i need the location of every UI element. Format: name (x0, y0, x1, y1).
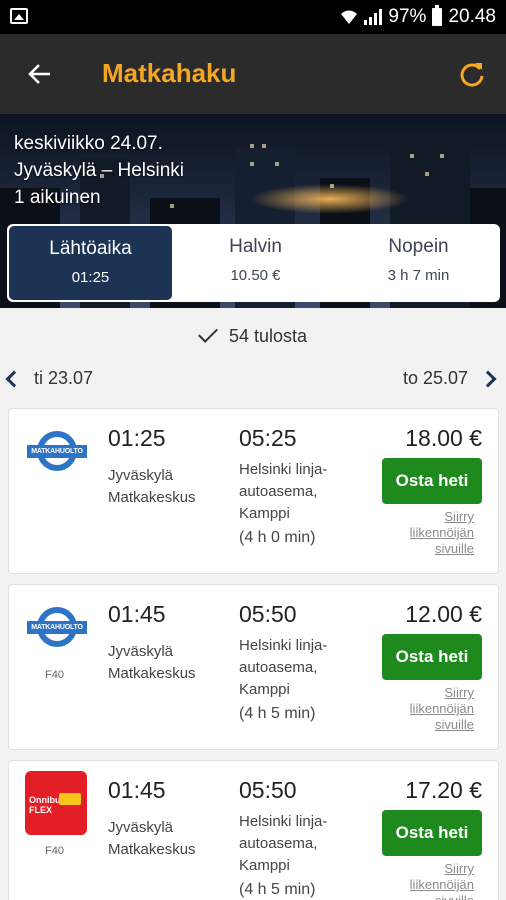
operator-site-link[interactable]: Siirry liikennöijän sivuille (394, 861, 474, 900)
trip-duration: (4 h 5 min) (239, 705, 316, 722)
clock: 20.48 (448, 6, 496, 27)
tab-fastest[interactable]: Nopein 3 h 7 min (337, 224, 500, 302)
battery-icon (432, 5, 443, 26)
chevron-left-icon (5, 370, 23, 387)
previous-day-label: ti 23.07 (34, 368, 94, 388)
departure-time: 01:45 (108, 777, 166, 803)
logo-text: MATKAHUOLTO (27, 621, 87, 634)
results-count: 54 tulosta (0, 308, 506, 360)
search-route: Jyväskylä – Helsinki (14, 160, 184, 181)
onnibus-flex-logo: Onnibus FLEX (25, 771, 87, 835)
search-passengers: 1 aikuinen (14, 187, 101, 208)
tab-label: Lähtöaika (49, 238, 132, 259)
date-navigation: ti 23.07 to 25.07 (0, 360, 506, 404)
arrival-time: 05:50 (239, 601, 297, 627)
arrival-place: Helsinki linja-autoasema, Kamppi (239, 637, 328, 698)
matkahuolto-logo: MATKAHUOLTO (27, 431, 87, 473)
logo-text: MATKAHUOLTO (27, 445, 87, 458)
tab-label: Halvin (229, 236, 282, 257)
check-icon (198, 323, 218, 343)
previous-day-button[interactable]: ti 23.07 (5, 368, 94, 389)
result-card[interactable]: MATKAHUOLTO F40 01:45 Jyväskylä Matkakes… (8, 584, 499, 750)
buy-now-button[interactable]: Osta heti (382, 458, 482, 504)
tab-value: 01:25 (71, 269, 110, 286)
result-card[interactable]: Onnibus FLEX F40 01:45 Jyväskylä Matkake… (8, 760, 499, 900)
matkahuolto-logo: MATKAHUOLTO (27, 607, 87, 649)
arrival-place: Helsinki linja-autoasema, Kamppi (239, 813, 328, 874)
departure-place: Jyväskylä Matkakeskus (108, 643, 196, 682)
operator-site-link[interactable]: Siirry liikennöijän sivuille (394, 509, 474, 557)
refresh-icon[interactable] (458, 60, 486, 88)
trip-duration: (4 h 5 min) (239, 881, 316, 898)
tab-value: 10.50 € (230, 267, 281, 284)
trip-duration: (4 h 0 min) (239, 529, 316, 546)
operator-site-link[interactable]: Siirry liikennöijän sivuille (394, 685, 474, 733)
results-count-label: 54 tulosta (228, 326, 308, 346)
status-bar: 97% 20.48 (0, 0, 506, 34)
image-notification-icon (10, 8, 28, 24)
buy-now-button[interactable]: Osta heti (382, 810, 482, 856)
back-arrow-icon[interactable] (26, 60, 54, 88)
line-code: F40 (45, 845, 64, 857)
status-icons: 97% 20.48 (340, 5, 496, 28)
arrival-place: Helsinki linja-autoasema, Kamppi (239, 461, 328, 522)
chevron-right-icon (479, 370, 497, 387)
arrival-time: 05:25 (239, 425, 297, 451)
departure-time: 01:45 (108, 601, 166, 627)
tab-cheapest[interactable]: Halvin 10.50 € (174, 224, 337, 302)
next-day-label: to 25.07 (402, 368, 468, 388)
departure-place: Jyväskylä Matkakeskus (108, 467, 196, 506)
tab-label: Nopein (388, 236, 449, 257)
departure-place: Jyväskylä Matkakeskus (108, 819, 196, 858)
tab-value: 3 h 7 min (387, 267, 450, 284)
buy-now-button[interactable]: Osta heti (382, 634, 482, 680)
signal-icon (364, 9, 383, 25)
battery-percent: 97% (388, 6, 427, 27)
search-date: keskiviikko 24.07. (14, 133, 163, 154)
ticket-price: 17.20 € (405, 777, 482, 803)
tab-departure-time[interactable]: Lähtöaika 01:25 (9, 226, 172, 300)
page-title: Matkahaku (102, 58, 237, 88)
result-card[interactable]: MATKAHUOLTO 01:25 Jyväskylä Matkakeskus … (8, 408, 499, 574)
search-summary: keskiviikko 24.07. Jyväskylä – Helsinki … (14, 130, 184, 211)
ticket-price: 18.00 € (405, 425, 482, 451)
wifi-icon (341, 10, 358, 24)
app-bar: Matkahaku (0, 34, 506, 114)
departure-time: 01:25 (108, 425, 166, 451)
sort-tabs: Lähtöaika 01:25 Halvin 10.50 € Nopein 3 … (7, 224, 500, 302)
line-code: F40 (45, 669, 64, 681)
ticket-price: 12.00 € (405, 601, 482, 627)
arrival-time: 05:50 (239, 777, 297, 803)
next-day-button[interactable]: to 25.07 (402, 368, 497, 389)
